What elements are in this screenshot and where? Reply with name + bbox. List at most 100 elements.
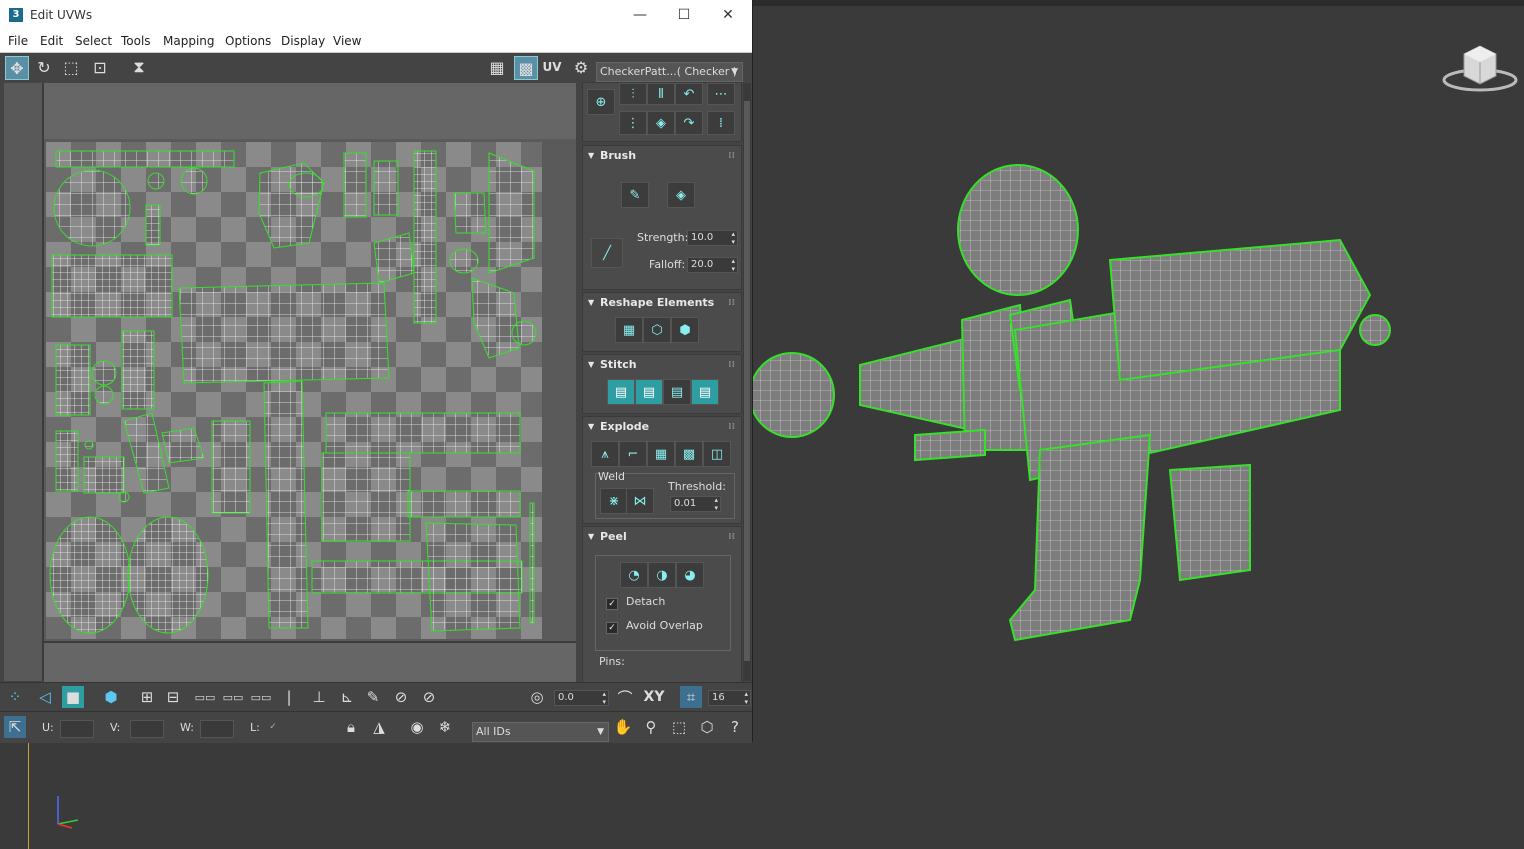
align-vertical-icon[interactable]: ⫴ bbox=[647, 83, 675, 105]
quick-peel-icon[interactable]: ◔ bbox=[620, 562, 648, 588]
zoom-icon[interactable]: ⚲ bbox=[640, 716, 662, 738]
loop-grow-icon[interactable]: | bbox=[278, 686, 300, 708]
pan-icon[interactable]: ✋ bbox=[612, 716, 634, 738]
paint-move-icon[interactable]: ✎ bbox=[621, 182, 649, 208]
stitch-header[interactable]: ▼ Stitch ⁞⁞ bbox=[583, 355, 741, 375]
texture-dropdown[interactable]: CheckerPatt...( Checker ) ▼ bbox=[596, 62, 743, 82]
zoom-extents-icon[interactable]: ⬡ bbox=[696, 716, 718, 738]
strength-spinner[interactable]: 10.0 ▴ ▾ bbox=[687, 230, 738, 246]
menu-mapping[interactable]: Mapping bbox=[163, 34, 215, 48]
explode-header[interactable]: ▼ Explode ⁞⁞ bbox=[583, 417, 741, 437]
distribute-icon[interactable]: ⁞ bbox=[707, 111, 735, 135]
ids-dropdown[interactable]: All IDs ▼ bbox=[472, 722, 609, 742]
break-icon[interactable]: ⩚ bbox=[591, 441, 619, 467]
brush-header[interactable]: ▼ Brush ⁞⁞ bbox=[583, 146, 741, 166]
ring-grow-icon[interactable]: ▭▭ bbox=[194, 686, 216, 708]
menu-tools[interactable]: Tools bbox=[121, 34, 151, 48]
minimize-button[interactable]: — bbox=[618, 4, 662, 28]
edge-mode-icon[interactable]: ◁ bbox=[34, 686, 56, 708]
paint-select-icon[interactable]: ✎ bbox=[362, 686, 384, 708]
menu-edit[interactable]: Edit bbox=[40, 34, 63, 48]
select-edge-icon[interactable]: ⊾ bbox=[336, 686, 358, 708]
eye-icon[interactable]: ◉ bbox=[406, 716, 428, 738]
menu-options[interactable]: Options bbox=[225, 34, 271, 48]
vertex-mode-icon[interactable]: ⁘ bbox=[4, 686, 26, 708]
explode-by-smoothing-icon[interactable]: ▦ bbox=[647, 441, 675, 467]
falloff-curve-icon[interactable]: ╱ bbox=[591, 238, 623, 268]
flatten-icon[interactable]: ◫ bbox=[703, 441, 731, 467]
align-horizontal-icon[interactable]: ⫶ bbox=[619, 83, 647, 105]
soft-selection-icon[interactable]: ◎ bbox=[526, 686, 548, 708]
soft-selection-spinner[interactable]: 0.0 ▴ ▾ bbox=[554, 690, 609, 706]
uv-editor-canvas[interactable] bbox=[4, 83, 576, 683]
freeform-icon[interactable]: ⊡ bbox=[89, 56, 111, 78]
help-icon[interactable]: ? bbox=[724, 716, 746, 738]
raygun-model[interactable] bbox=[740, 150, 1400, 650]
v-field[interactable] bbox=[130, 720, 164, 738]
rotate-cw-icon[interactable]: ↷ bbox=[675, 111, 703, 135]
falloff-spinner[interactable]: 20.0 ▴ ▾ bbox=[687, 257, 738, 273]
stitch-to-target-icon[interactable]: ▤ bbox=[635, 379, 663, 405]
loop-shrink-icon[interactable]: ⊥ bbox=[308, 686, 330, 708]
checker-toggle-icon[interactable]: ▦ bbox=[486, 56, 508, 78]
loop-icon[interactable]: ▭▭ bbox=[250, 686, 272, 708]
mirror-icon[interactable]: ⧗ bbox=[128, 56, 150, 78]
viewcube[interactable] bbox=[1440, 40, 1520, 100]
transform-element-icon[interactable]: ⊕ bbox=[587, 89, 615, 115]
stitch-to-source-icon[interactable]: ▤ bbox=[691, 379, 719, 405]
grow-selection-icon[interactable]: ⊞ bbox=[136, 686, 158, 708]
lock-selection-icon[interactable]: 🔒︎ bbox=[340, 716, 362, 738]
scrollbar-thumb[interactable] bbox=[744, 101, 750, 661]
w-field[interactable] bbox=[200, 720, 234, 738]
threshold-spinner[interactable]: 0.01 ▴ ▾ bbox=[670, 496, 721, 512]
freeze-icon[interactable]: ❄ bbox=[434, 716, 456, 738]
shrink-selection-icon[interactable]: ⊟ bbox=[162, 686, 184, 708]
element-mode-icon[interactable]: ⬢ bbox=[100, 686, 122, 708]
menu-file[interactable]: File bbox=[8, 34, 28, 48]
weld-selected-icon[interactable]: ⋇ bbox=[600, 488, 628, 514]
rotate-icon[interactable]: ↻ bbox=[33, 56, 55, 78]
relax-icon[interactable]: ⬡ bbox=[643, 317, 671, 343]
grid-size-spinner[interactable]: 16 ▴ ▾ bbox=[708, 690, 751, 706]
peel-header[interactable]: ▼ Peel ⁞⁞ bbox=[583, 527, 741, 547]
menu-view[interactable]: View bbox=[333, 34, 361, 48]
weld-all-icon[interactable]: ⋈ bbox=[626, 488, 654, 514]
paint-grow-icon[interactable]: ⊘ bbox=[390, 686, 412, 708]
title-bar[interactable]: 3 Edit UVWs — ☐ ✕ bbox=[0, 0, 752, 31]
maximize-button[interactable]: ☐ bbox=[662, 4, 706, 28]
menu-display[interactable]: Display bbox=[281, 34, 325, 48]
menu-select[interactable]: Select bbox=[75, 34, 112, 48]
relax-brush-icon[interactable]: ◈ bbox=[667, 182, 695, 208]
relax-settings-icon[interactable]: ⬢ bbox=[671, 317, 699, 343]
straighten-icon[interactable]: ▦ bbox=[615, 317, 643, 343]
avoid-overlap-checkbox[interactable]: ✓ bbox=[606, 622, 618, 634]
panel-scrollbar[interactable] bbox=[743, 83, 751, 681]
rotate-ccw-icon[interactable]: ↶ bbox=[675, 83, 703, 105]
paint-shrink-icon[interactable]: ⊘ bbox=[418, 686, 440, 708]
falloff-type-icon[interactable]: ⌒ bbox=[614, 686, 636, 708]
xy-axis-toggle[interactable]: XY bbox=[640, 686, 668, 708]
peel-mode-icon[interactable]: ◑ bbox=[648, 562, 676, 588]
lock-l-checkbox[interactable]: ✓ bbox=[268, 722, 278, 732]
ring-shrink-icon[interactable]: ▭▭ bbox=[222, 686, 244, 708]
reset-peel-icon[interactable]: ◕ bbox=[676, 562, 704, 588]
explode-by-material-icon[interactable]: ▩ bbox=[675, 441, 703, 467]
uv-mode-label[interactable]: UV bbox=[541, 56, 563, 78]
snap-grid-icon[interactable]: ⌗ bbox=[680, 686, 702, 708]
stitch-custom-icon[interactable]: ▤ bbox=[607, 379, 635, 405]
close-button[interactable]: ✕ bbox=[706, 4, 750, 28]
align-center-icon[interactable]: ◈ bbox=[647, 111, 675, 135]
move-icon[interactable]: ✥ bbox=[5, 56, 29, 80]
spacing-icon[interactable]: ⋯ bbox=[707, 83, 735, 105]
scale-icon[interactable]: ⬚ bbox=[60, 56, 82, 78]
u-field[interactable] bbox=[60, 720, 94, 738]
polygon-mode-icon[interactable]: ■ bbox=[62, 686, 84, 708]
uv-islands[interactable] bbox=[4, 83, 576, 681]
absolute-relative-icon[interactable]: ⇱ bbox=[4, 716, 26, 738]
reshape-header[interactable]: ▼ Reshape Elements ⁞⁞ bbox=[583, 293, 741, 313]
zoom-region-icon[interactable]: ⬚ bbox=[668, 716, 690, 738]
hide-show-icon[interactable]: ◮ bbox=[368, 716, 390, 738]
detach-checkbox[interactable]: ✓ bbox=[606, 598, 618, 610]
stitch-average-icon[interactable]: ▤ bbox=[663, 379, 691, 405]
detach-edge-icon[interactable]: ⌐ bbox=[619, 441, 647, 467]
